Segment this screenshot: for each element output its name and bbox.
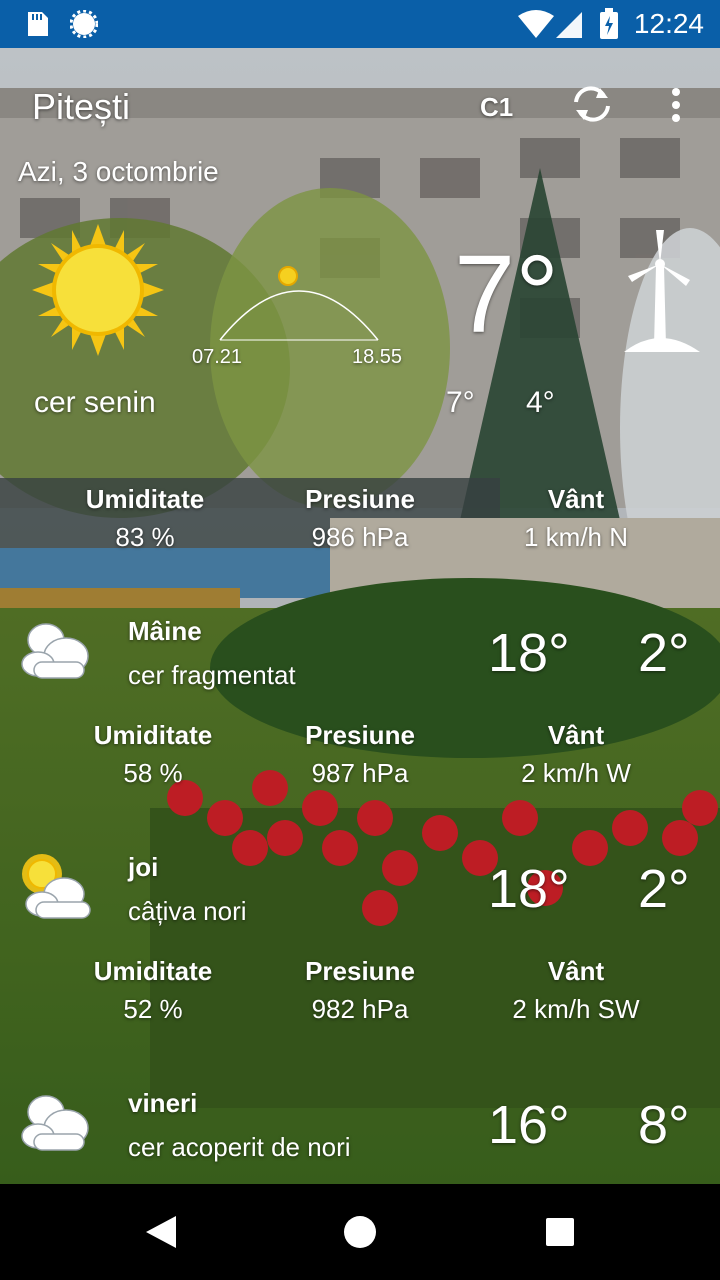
humidity-value: 52 % [123, 994, 183, 1024]
pressure-label: Presiune [305, 484, 415, 514]
wind-value: 2 km/h SW [512, 994, 640, 1024]
sunrise-time: 07.21 [192, 346, 243, 368]
forecast-max: 18° [488, 623, 570, 683]
signal-icon [556, 12, 582, 38]
wind-label: Vânt [547, 484, 605, 514]
forecast-condition: câțiva nori [128, 896, 247, 926]
forecast-row-tomorrow[interactable]: Mâine cer fragmentat 18° 2° Umiditate Pr… [0, 600, 720, 796]
status-time: 12:24 [633, 8, 704, 39]
today-min: 4° [526, 386, 555, 419]
pressure-label: Presiune [305, 720, 415, 750]
settings-notification-icon [70, 10, 98, 38]
cloud-icon [21, 623, 89, 679]
current-temperature: 7° [454, 233, 560, 356]
sunset-time: 18.55 [352, 346, 403, 368]
sd-card-icon [28, 12, 48, 36]
forecast-min: 8° [638, 1095, 690, 1155]
cloud-icon [21, 1095, 89, 1151]
pressure-value: 986 hPa [311, 522, 409, 552]
forecast-condition: cer fragmentat [128, 660, 296, 690]
sun-path-arc [219, 266, 379, 341]
sun-cloud-icon [22, 854, 91, 919]
sun-icon [32, 224, 164, 356]
humidity-label: Umiditate [93, 956, 213, 986]
wifi-icon [518, 10, 554, 38]
today-max: 7° [446, 386, 475, 419]
forecast-row-friday[interactable]: vineri cer acoperit de nori 16° 8° [0, 1072, 720, 1184]
back-icon[interactable] [144, 1214, 178, 1250]
home-icon[interactable] [342, 1214, 378, 1250]
more-options-icon[interactable] [666, 86, 686, 124]
forecast-row-thursday[interactable]: joi câțiva nori 18° 2° Umiditate Presiun… [0, 836, 720, 1032]
wind-turbine-icon [624, 230, 700, 352]
wind-label: Vânt [547, 956, 605, 986]
refresh-icon[interactable] [570, 84, 614, 124]
pressure-label: Presiune [305, 956, 415, 986]
forecast-min: 2° [638, 623, 690, 683]
humidity-label: Umiditate [93, 720, 213, 750]
forecast-day: joi [128, 852, 159, 882]
wind-label: Vânt [547, 720, 605, 750]
forecast-day: Mâine [128, 616, 202, 646]
forecast-condition: cer acoperit de nori [128, 1132, 351, 1162]
city-name[interactable]: Pitești [32, 86, 130, 128]
wind-value: 1 km/h N [523, 522, 629, 552]
navigation-bar [0, 1184, 720, 1280]
pressure-value: 987 hPa [311, 758, 409, 788]
humidity-value: 58 % [123, 758, 183, 788]
battery-icon [600, 8, 618, 39]
recents-icon[interactable] [544, 1216, 576, 1248]
status-bar: 12:24 [0, 0, 720, 48]
pressure-value: 982 hPa [311, 994, 409, 1024]
humidity-value: 83 % [115, 522, 175, 552]
today-condition: cer senin [34, 386, 156, 419]
unit-badge[interactable]: C1 [480, 92, 513, 123]
forecast-day: vineri [128, 1088, 198, 1118]
forecast-max: 16° [488, 1095, 570, 1155]
today-date: Azi, 3 octombrie [18, 156, 219, 187]
forecast-min: 2° [638, 859, 690, 919]
wind-value: 2 km/h W [521, 758, 631, 788]
humidity-label: Umiditate [85, 484, 205, 514]
forecast-max: 18° [488, 859, 570, 919]
